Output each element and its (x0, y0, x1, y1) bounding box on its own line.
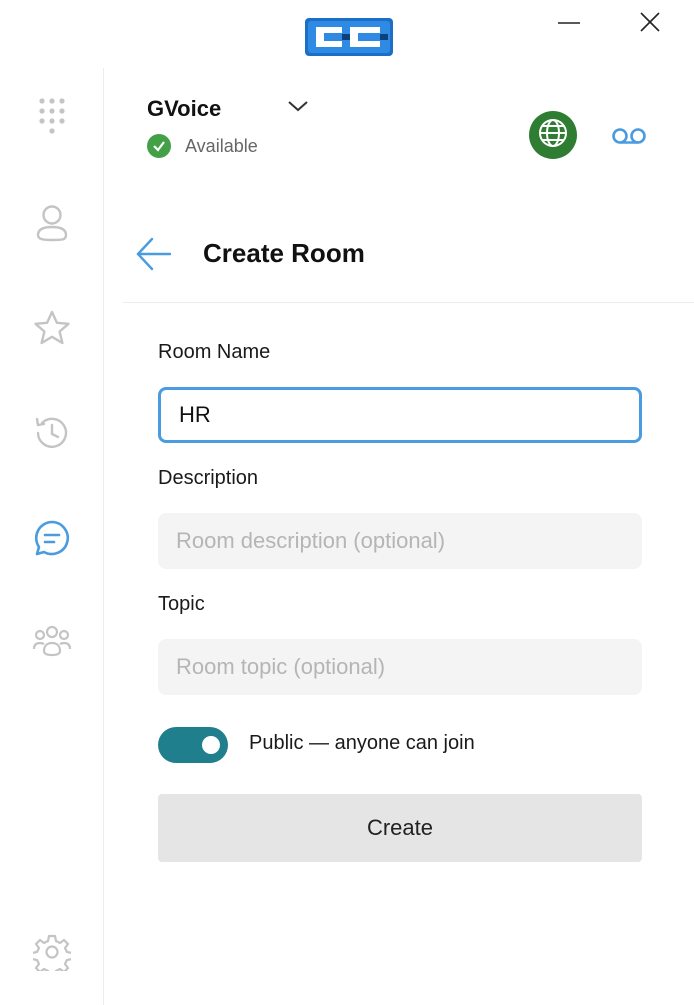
group-icon (32, 624, 72, 663)
public-toggle[interactable] (158, 727, 228, 763)
cc-logo (304, 17, 394, 57)
sidebar-item-dialpad[interactable] (30, 96, 74, 140)
sidebar-item-groups[interactable] (30, 621, 74, 665)
dialpad-icon (37, 96, 67, 141)
sidebar-item-chat[interactable] (30, 518, 74, 562)
minimize-icon (549, 8, 589, 38)
history-icon (33, 414, 71, 457)
back-button[interactable] (134, 234, 174, 274)
minimize-button[interactable] (549, 8, 589, 38)
sidebar-item-settings[interactable] (30, 932, 74, 977)
back-arrow-icon (134, 237, 174, 278)
title-bar (0, 0, 694, 68)
sidebar-item-favorites[interactable] (30, 308, 74, 352)
toggle-knob (202, 736, 220, 754)
close-button[interactable] (630, 8, 670, 38)
account-name[interactable]: GVoice (147, 96, 221, 122)
main-panel: GVoice Available Create Room Room Name H… (104, 68, 694, 1005)
status-check-icon (147, 134, 171, 158)
star-icon (33, 310, 71, 351)
description-label: Description (158, 467, 259, 489)
app-window: GVoice Available Create Room Room Name H… (0, 0, 694, 1005)
create-button[interactable]: Create (158, 794, 642, 862)
voicemail-icon (611, 128, 647, 155)
account-dropdown[interactable] (286, 96, 310, 116)
topic-label: Topic (158, 593, 205, 615)
gear-icon (30, 933, 74, 977)
presence-status[interactable]: Available (147, 134, 258, 158)
room-name-label: Room Name (158, 341, 271, 363)
chat-icon (33, 519, 71, 562)
status-label: Available (185, 135, 258, 156)
sidebar (0, 68, 104, 1005)
sidebar-item-contacts[interactable] (30, 203, 74, 247)
sidebar-item-history[interactable] (30, 413, 74, 457)
topic-input[interactable] (158, 639, 642, 695)
description-input[interactable] (158, 513, 642, 569)
header-divider (123, 302, 694, 303)
globe-button[interactable] (529, 111, 577, 159)
person-icon (35, 204, 69, 247)
close-icon (630, 8, 670, 38)
page-title: Create Room (203, 238, 365, 268)
room-name-input[interactable] (158, 387, 642, 443)
chevron-down-icon (286, 101, 310, 120)
globe-icon (537, 117, 569, 154)
public-toggle-label: Public — anyone can join (249, 732, 475, 754)
voicemail-button[interactable] (611, 121, 647, 151)
